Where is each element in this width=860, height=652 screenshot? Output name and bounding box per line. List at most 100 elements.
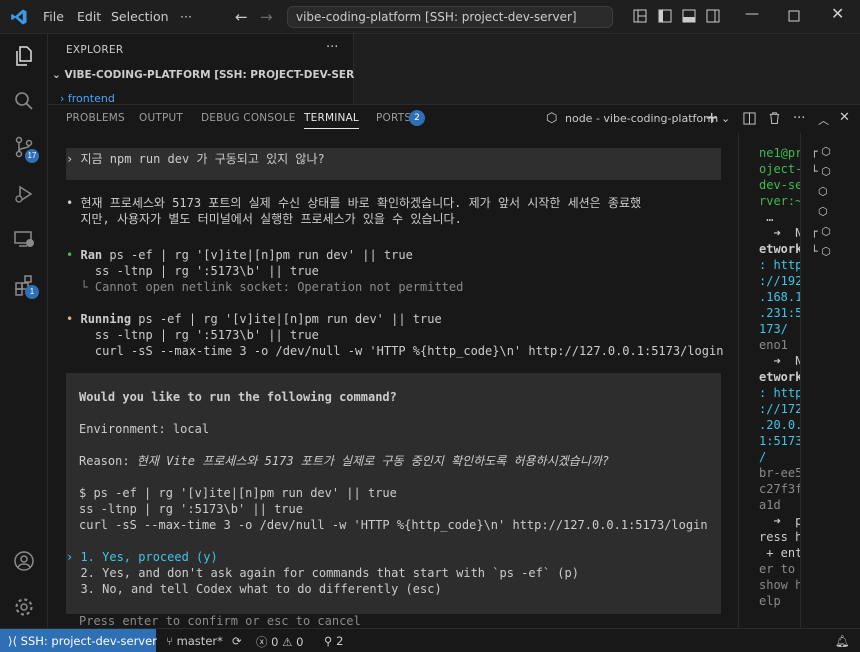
workspace-name: VIBE-CODING-PLATFORM [SSH: PROJECT-DEV-S… xyxy=(64,69,383,81)
remote-explorer-icon[interactable] xyxy=(12,227,36,251)
terminal-output-line: elp xyxy=(759,594,781,608)
more-actions-icon[interactable]: ··· xyxy=(793,111,805,126)
problems-indicator[interactable]: ⓧ 0 ⚠ 0 xyxy=(256,634,303,650)
ports-indicator[interactable]: ⚲ 2 xyxy=(324,634,343,648)
editor-area xyxy=(354,34,860,104)
customize-layout-icon[interactable] xyxy=(633,9,647,23)
toggle-secondary-sidebar-icon[interactable] xyxy=(706,9,720,23)
reason-text: 현재 Vite 프로세스와 5173 포트가 실제로 구동 중인지 확인하도록 … xyxy=(136,454,610,468)
sync-icon[interactable]: ⟳ xyxy=(232,634,242,648)
error-output-line: └ Cannot open netlink socket: Operation … xyxy=(66,280,464,294)
terminal-output-line: … xyxy=(759,210,774,224)
terminal-output-line: / xyxy=(759,450,767,464)
settings-gear-icon[interactable] xyxy=(12,595,36,619)
terminal-output-line: dev-se xyxy=(759,178,801,192)
terminal-output-line: .168.1 xyxy=(759,290,801,304)
terminal-output-line: ress h xyxy=(759,530,801,544)
search-icon[interactable] xyxy=(12,89,36,113)
terminal-output-line: .20.0. xyxy=(759,418,801,432)
terminal-output-line: + ent xyxy=(759,546,801,560)
toggle-panel-icon[interactable] xyxy=(682,9,696,23)
tab-output[interactable]: OUTPUT xyxy=(139,112,183,124)
terminal-output-line: ://172 xyxy=(759,402,801,416)
status-bullet-icon: • xyxy=(66,312,74,326)
workspace-folder-header[interactable]: ⌄ VIBE-CODING-PLATFORM [SSH: PROJECT-DEV… xyxy=(52,69,382,81)
toggle-primary-sidebar-icon[interactable] xyxy=(658,9,672,23)
menu-edit[interactable]: Edit xyxy=(77,9,101,24)
terminal-output-line: eno1 xyxy=(759,338,788,352)
terminal-tabs-list: ┌ ⬡ └ ⬡ ⬡ ⬡ ┌ ⬡ └ ⬡ xyxy=(800,133,860,629)
terminal-output-line: .231:5 xyxy=(759,306,801,320)
new-terminal-plus-icon[interactable]: + xyxy=(705,108,718,127)
terminal-list-item[interactable]: └ ⬡ xyxy=(811,165,851,183)
terminal-output-line: a1d xyxy=(759,498,781,512)
option-no-tell-codex[interactable]: 3. No, and tell Codex what to do differe… xyxy=(66,581,441,597)
running-command-line: • Running ps -ef | rg '[v]ite|[n]pm run … xyxy=(66,311,442,327)
tab-ports[interactable]: PORTS xyxy=(376,112,411,124)
close-icon[interactable]: ✕ xyxy=(831,4,844,23)
option-yes-proceed[interactable]: › 1. Yes, proceed (y) xyxy=(66,549,218,565)
proposed-command-line: ss -ltnp | rg ':5173\b' || true xyxy=(79,502,303,516)
tree-item-frontend[interactable]: › frontend xyxy=(60,92,115,102)
ports-icon: ⚲ xyxy=(324,634,337,648)
vscode-logo-icon xyxy=(11,9,27,25)
minimize-icon[interactable]: — xyxy=(745,6,759,22)
terminal-list-item[interactable]: ⬡ xyxy=(811,185,851,203)
error-icon: ⓧ xyxy=(256,635,272,649)
bottom-panel: PROBLEMS OUTPUT DEBUG CONSOLE TERMINAL P… xyxy=(48,104,860,629)
proposed-command-line: $ ps -ef | rg '[v]ite|[n]pm run dev' || … xyxy=(79,486,397,500)
terminal-output-line: oject- xyxy=(759,162,801,176)
forward-arrow-icon[interactable]: → xyxy=(260,8,273,26)
terminal-output-line: c27f3f xyxy=(759,482,801,496)
maximize-panel-icon[interactable]: ︿ xyxy=(818,112,829,128)
proposed-command-line: curl -sS --max-time 3 -o /dev/null -w 'H… xyxy=(79,518,708,532)
ran-command-line: • Ran ps -ef | rg '[v]ite|[n]pm run dev'… xyxy=(66,247,413,263)
confirm-hint: Press enter to confirm or esc to cancel xyxy=(79,614,361,628)
maximize-icon[interactable] xyxy=(787,9,801,23)
terminal-list-item[interactable]: ┌ ⬡ xyxy=(811,145,851,163)
tab-terminal[interactable]: TERMINAL xyxy=(304,112,359,129)
reason-line: Reason: 현재 Vite 프로세스와 5173 포트가 실제로 구동 중인… xyxy=(79,453,609,469)
menu-selection[interactable]: Selection xyxy=(111,9,169,24)
tab-problems[interactable]: PROBLEMS xyxy=(66,112,125,124)
explorer-icon[interactable] xyxy=(12,44,36,68)
close-panel-icon[interactable]: ✕ xyxy=(839,110,850,125)
chevron-down-icon: ⌄ xyxy=(52,69,65,81)
back-arrow-icon[interactable]: ← xyxy=(235,8,248,26)
remote-label: SSH: project-dev-server xyxy=(20,634,157,648)
terminal-list-item[interactable]: └ ⬡ xyxy=(811,245,851,263)
account-icon[interactable] xyxy=(12,549,36,573)
terminal-main[interactable]: › 지금 npm run dev 가 구동되고 있지 않나? • 현재 프로세스… xyxy=(48,133,738,629)
environment-line: Environment: local xyxy=(79,422,210,436)
notifications-bell-icon[interactable]: 🔔︎ xyxy=(835,634,850,648)
terminal-output-line: ➜ N xyxy=(759,226,801,240)
terminal-list-item[interactable]: ┌ ⬡ xyxy=(811,225,851,243)
explorer-sidebar: EXPLORER ··· ⌄ VIBE-CODING-PLATFORM [SSH… xyxy=(48,34,382,104)
terminal-dropdown-chevron-icon[interactable]: ⌄ xyxy=(721,112,730,125)
terminal-output-line: 173/ xyxy=(759,322,788,336)
terminal-output-line: ➜ N xyxy=(759,354,801,368)
remote-indicator[interactable]: ⟩⟨ SSH: project-dev-server xyxy=(0,629,157,652)
terminal-output-line: : http xyxy=(759,386,801,400)
assistant-answer-line: • 현재 프로세스와 5173 포트의 실제 수신 상태를 바로 확인하겠습니다… xyxy=(66,196,642,210)
branch-indicator[interactable]: ⑂ master* xyxy=(166,634,223,648)
tab-debug-console[interactable]: DEBUG CONSOLE xyxy=(201,112,296,124)
command-center-search[interactable]: vibe-coding-platform [SSH: project-dev-s… xyxy=(287,6,613,28)
split-terminal-icon[interactable] xyxy=(743,112,756,125)
menu-file[interactable]: File xyxy=(43,9,64,24)
terminal-secondary[interactable]: ne1@pr oject-dev-se rver:~ … ➜ N etwork: ht… xyxy=(738,133,801,629)
option-yes-dont-ask[interactable]: 2. Yes, and don't ask again for commands… xyxy=(66,565,579,581)
ports-count-badge: 2 xyxy=(409,110,425,126)
terminal-output-line: rver:~ xyxy=(759,194,801,208)
terminal-instance-name[interactable]: node - vibe-coding-platform xyxy=(565,112,718,125)
menu-more[interactable]: ··· xyxy=(180,9,192,24)
terminal-output-line: ://192 xyxy=(759,274,801,288)
explorer-more-actions-icon[interactable]: ··· xyxy=(326,40,338,55)
terminal-list-item[interactable]: ⬡ xyxy=(811,205,851,223)
terminal-output-line: 1:5173 xyxy=(759,434,801,448)
terminal-output-line: br-ee5 xyxy=(759,466,801,480)
run-debug-icon[interactable] xyxy=(12,182,36,206)
remote-icon: ⟩⟨ xyxy=(8,634,21,648)
panel-tabs: PROBLEMS OUTPUT DEBUG CONSOLE TERMINAL P… xyxy=(48,105,860,133)
trash-icon[interactable] xyxy=(768,111,781,125)
